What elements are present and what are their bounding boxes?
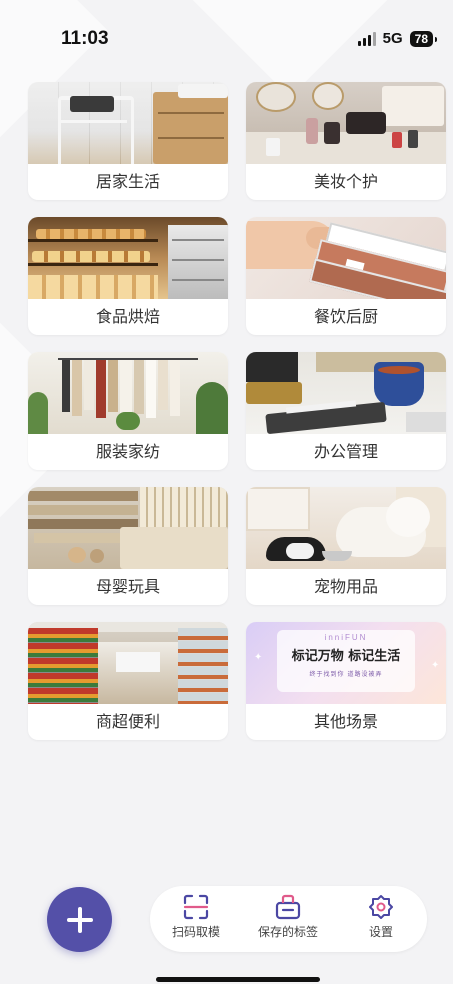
category-card-office[interactable]: 办公管理 [246, 352, 446, 470]
category-label: 餐饮后厨 [313, 307, 378, 326]
supermarket-photo [28, 622, 228, 704]
promo-subtitle: 终于找到你 道路没被弄 [309, 671, 383, 678]
status-indicators: 5G 78 [357, 30, 438, 47]
battery-icon: 78 [409, 30, 438, 47]
tab-label: 设置 [368, 925, 393, 939]
category-card-other[interactable]: ✦ ✦ inniFUN 标记万物 标记生活 终于找到你 道路没被弄 其他场景 [246, 622, 446, 740]
tab-label: 扫码取模 [171, 925, 220, 939]
category-card-pet[interactable]: 宠物用品 [246, 487, 446, 605]
promo-brand: inniFUN [324, 633, 368, 642]
food-bakery-photo [28, 217, 228, 299]
beauty-care-photo [246, 82, 446, 164]
category-card-beauty[interactable]: 美妆个护 [246, 82, 446, 200]
category-label: 美妆个护 [313, 172, 378, 191]
saved-label-icon [275, 894, 301, 920]
category-label: 办公管理 [313, 442, 378, 461]
category-card-baby[interactable]: 母婴玩具 [28, 487, 228, 605]
category-label: 其他场景 [313, 712, 378, 731]
category-card-supermarket[interactable]: 商超便利 [28, 622, 228, 740]
tab-scan[interactable]: 扫码取模 [156, 894, 236, 940]
home-living-photo [28, 82, 228, 164]
category-label: 商超便利 [95, 712, 160, 731]
status-bar: 11:03 5G 78 [0, 0, 453, 78]
promo-banner: inniFUN 标记万物 标记生活 终于找到你 道路没被弄 [277, 630, 415, 692]
settings-icon [369, 895, 393, 919]
category-label: 服装家纺 [95, 442, 160, 461]
scan-icon [183, 894, 209, 920]
category-card-kitchen[interactable]: 餐饮后厨 [246, 217, 446, 335]
category-grid: 居家生活 美妆个护 食品烘焙 餐饮后厨 服装家纺 办公管理 母婴玩具 宠物用品 … [28, 82, 448, 740]
signal-icon [357, 31, 376, 46]
category-label: 食品烘焙 [95, 307, 160, 326]
promo-slogan: 标记万物 标记生活 [291, 649, 401, 664]
category-label: 宠物用品 [313, 577, 378, 596]
category-card-food[interactable]: 食品烘焙 [28, 217, 228, 335]
network-type: 5G [382, 30, 403, 47]
baby-toys-photo [28, 487, 228, 569]
plus-icon [66, 906, 93, 933]
tab-saved-labels[interactable]: 保存的标签 [248, 894, 328, 940]
tab-settings[interactable]: 设置 [341, 894, 421, 940]
category-card-home[interactable]: 居家生活 [28, 82, 228, 200]
home-indicator [156, 977, 320, 982]
pet-supplies-photo [246, 487, 446, 569]
other-scenes-promo: ✦ ✦ inniFUN 标记万物 标记生活 终于找到你 道路没被弄 [246, 622, 446, 704]
clothing-textile-photo [28, 352, 228, 434]
status-time: 11:03 [61, 28, 109, 49]
category-label: 居家生活 [95, 172, 160, 191]
bottom-tab-bar: 扫码取模 保存的标签 设置 [150, 886, 427, 952]
tab-label: 保存的标签 [257, 925, 318, 939]
category-card-clothing[interactable]: 服装家纺 [28, 352, 228, 470]
add-button[interactable] [47, 887, 112, 952]
office-photo [246, 352, 446, 434]
kitchen-photo [246, 217, 446, 299]
category-label: 母婴玩具 [95, 577, 160, 596]
